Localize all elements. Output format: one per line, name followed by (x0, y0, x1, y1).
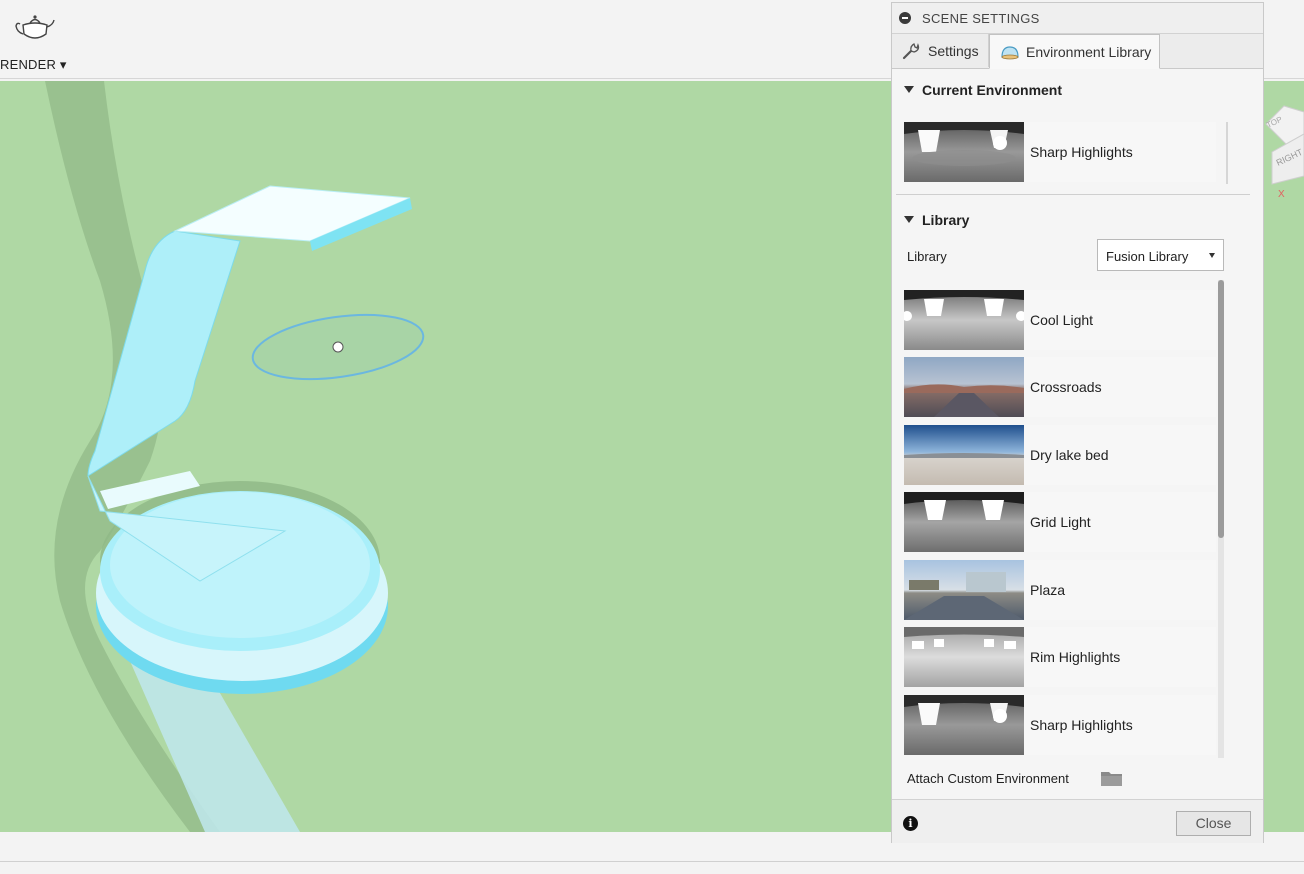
environment-thumbnail (904, 357, 1024, 417)
render-menu[interactable]: RENDER ▾ (0, 57, 67, 73)
environment-name: Grid Light (1030, 514, 1091, 530)
library-heading: Library (922, 212, 970, 228)
current-environment-card: Sharp Highlights (904, 122, 1228, 184)
wrench-icon (902, 43, 920, 60)
current-environment-header[interactable]: Current Environment (904, 82, 1062, 98)
close-button[interactable]: Close (1176, 811, 1251, 836)
environment-name: Dry lake bed (1030, 447, 1109, 463)
environment-list-item[interactable]: Dry lake bed (904, 425, 1216, 485)
collapse-icon[interactable] (899, 12, 911, 24)
current-environment-heading: Current Environment (922, 82, 1063, 98)
library-label: Library (907, 249, 947, 264)
environment-list-item[interactable]: Plaza (904, 560, 1216, 620)
library-select[interactable]: Fusion Library (1097, 239, 1224, 271)
teapot-icon[interactable] (14, 12, 56, 44)
library-select-value: Fusion Library (1106, 249, 1189, 264)
info-icon[interactable]: i (903, 816, 918, 831)
environment-name: Sharp Highlights (1030, 717, 1133, 733)
environment-thumbnail (904, 290, 1024, 350)
environment-name: Plaza (1030, 582, 1066, 598)
environment-thumbnail (904, 425, 1024, 485)
triangle-down-icon (904, 216, 914, 223)
environment-name: Rim Highlights (1030, 649, 1121, 665)
list-scrollbar-thumb[interactable] (1218, 280, 1224, 538)
environment-thumbnail (904, 695, 1024, 755)
tab-bar: Settings Environment Library (892, 34, 1263, 69)
current-environment-name: Sharp Highlights (1030, 144, 1133, 160)
environment-list-item[interactable]: Sharp Highlights (904, 695, 1216, 755)
environment-name: Crossroads (1030, 379, 1102, 395)
dialog-footer: i Close (892, 799, 1263, 843)
tab-settings[interactable]: Settings (892, 34, 989, 67)
tab-environment-library-label: Environment Library (1026, 44, 1152, 60)
viewcube-x-axis-label: X (1278, 189, 1285, 200)
tab-settings-label: Settings (928, 43, 979, 59)
environment-list-item[interactable]: Grid Light (904, 492, 1216, 552)
environment-thumbnail (904, 492, 1024, 552)
dialog-title: SCENE SETTINGS (922, 11, 1040, 26)
environment-list-item[interactable]: Rim Highlights (904, 627, 1216, 687)
environment-list[interactable]: Cool Light Crossroads Dry lake bed Grid … (904, 280, 1226, 758)
dome-icon (1001, 46, 1019, 60)
tab-environment-library[interactable]: Environment Library (989, 34, 1160, 69)
environment-thumbnail (904, 122, 1024, 182)
view-cube[interactable]: TOP RIGHT X (1264, 104, 1304, 204)
attach-custom-environment-label: Attach Custom Environment (907, 771, 1069, 786)
section-divider (896, 194, 1250, 195)
dropdown-arrow-icon (1209, 253, 1215, 258)
triangle-down-icon (904, 86, 914, 93)
current-environment-item[interactable]: Sharp Highlights (904, 122, 1216, 182)
environment-name: Cool Light (1030, 312, 1094, 328)
environment-thumbnail (904, 560, 1024, 620)
dialog-header: SCENE SETTINGS (892, 3, 1263, 34)
environment-list-item[interactable]: Cool Light (904, 290, 1216, 350)
status-divider (0, 861, 1304, 862)
environment-thumbnail (904, 627, 1024, 687)
library-header[interactable]: Library (904, 212, 969, 228)
environment-list-item[interactable]: Crossroads (904, 357, 1216, 417)
folder-icon[interactable] (1101, 770, 1122, 786)
scene-settings-dialog: SCENE SETTINGS Settings Environment Libr… (891, 2, 1264, 843)
